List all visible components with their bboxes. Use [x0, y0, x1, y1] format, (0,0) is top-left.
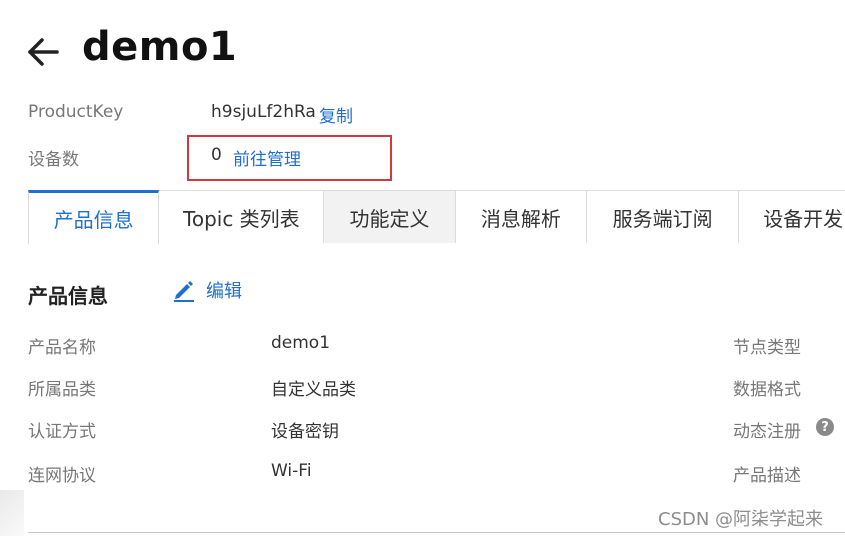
field-value-category: 自定义品类 [271, 380, 356, 400]
edit-button[interactable]: 编辑 [172, 277, 242, 303]
field-label-product-description: 产品描述 [733, 466, 801, 486]
tab-topic-list[interactable]: Topic 类列表 [159, 190, 325, 243]
tab-product-info[interactable]: 产品信息 [28, 190, 160, 244]
device-count-label: 设备数 [28, 150, 79, 170]
tab-device-development[interactable]: 设备开发 [739, 190, 845, 243]
tab-bar: 产品信息 Topic 类列表 功能定义 消息解析 服务端订阅 设备开发 [28, 190, 845, 244]
field-label-node-type: 节点类型 [733, 338, 801, 358]
tab-message-parsing[interactable]: 消息解析 [455, 190, 588, 243]
field-value-network-protocol: Wi-Fi [271, 461, 312, 481]
field-value-product-name: demo1 [271, 333, 331, 353]
device-count-value: 0 [211, 145, 222, 165]
left-decoration [0, 490, 24, 536]
manage-devices-link[interactable]: 前往管理 [233, 145, 301, 170]
field-label-network-protocol: 连网协议 [28, 466, 96, 486]
copy-link[interactable]: 复制 [319, 102, 353, 127]
field-label-category: 所属品类 [28, 380, 96, 400]
watermark: CSDN @阿柒学起来 [658, 509, 824, 530]
field-label-dynamic-register: 动态注册 [733, 422, 801, 442]
product-key-label: ProductKey [28, 102, 124, 122]
product-key-value: h9sjuLf2hRa [211, 102, 316, 122]
tab-server-subscription[interactable]: 服务端订阅 [587, 190, 740, 243]
divider [28, 532, 845, 533]
section-title: 产品信息 [28, 284, 108, 308]
field-label-auth-method: 认证方式 [28, 422, 96, 442]
field-label-data-format: 数据格式 [733, 380, 801, 400]
back-arrow-icon[interactable] [26, 35, 60, 69]
page-title: demo1 [82, 24, 238, 70]
field-label-product-name: 产品名称 [28, 338, 96, 358]
edit-label: 编辑 [206, 281, 242, 302]
question-circle-icon[interactable]: ? [816, 418, 834, 436]
tab-function-definition[interactable]: 功能定义 [324, 190, 456, 243]
pencil-icon [174, 281, 194, 302]
field-value-auth-method: 设备密钥 [271, 422, 339, 442]
